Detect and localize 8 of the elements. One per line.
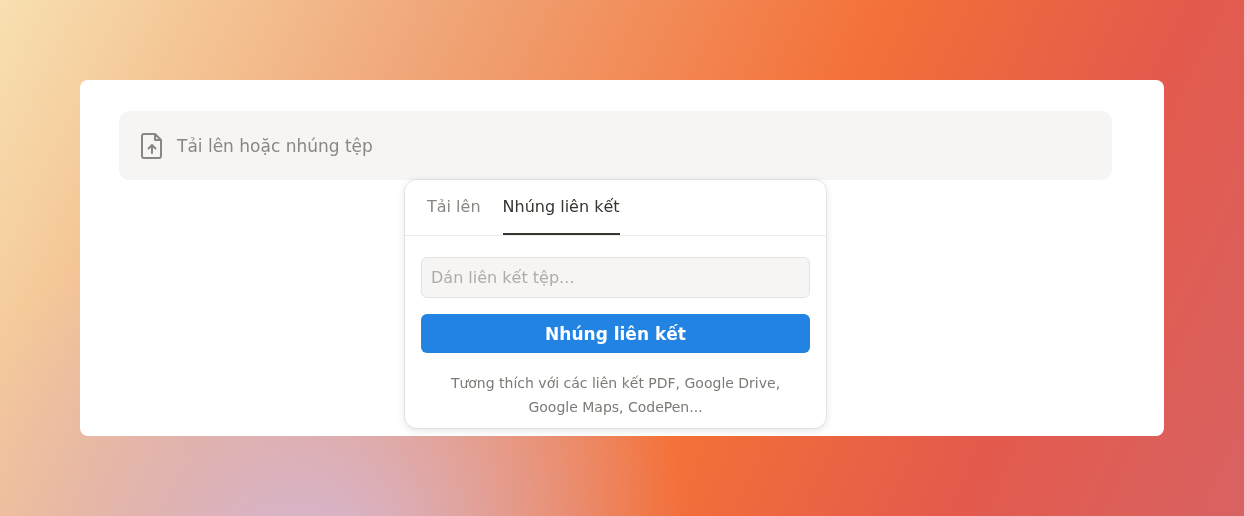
upload-label: Tải lên hoặc nhúng tệp	[177, 135, 373, 156]
tab[interactable]: Tải lên	[427, 180, 481, 235]
upload-bar[interactable]: Tải lên hoặc nhúng tệp	[119, 111, 1112, 180]
embed-link-button[interactable]: Nhúng liên kết	[421, 314, 810, 353]
hint-text: Tương thích với các liên kết PDF, Google Drive, Google Maps, CodePen...	[449, 374, 782, 417]
file-upload-icon	[141, 132, 163, 159]
tab[interactable]: Nhúng liên kết	[502, 180, 620, 235]
link-input-field[interactable]: Dán liên kết tệp...	[421, 257, 810, 298]
